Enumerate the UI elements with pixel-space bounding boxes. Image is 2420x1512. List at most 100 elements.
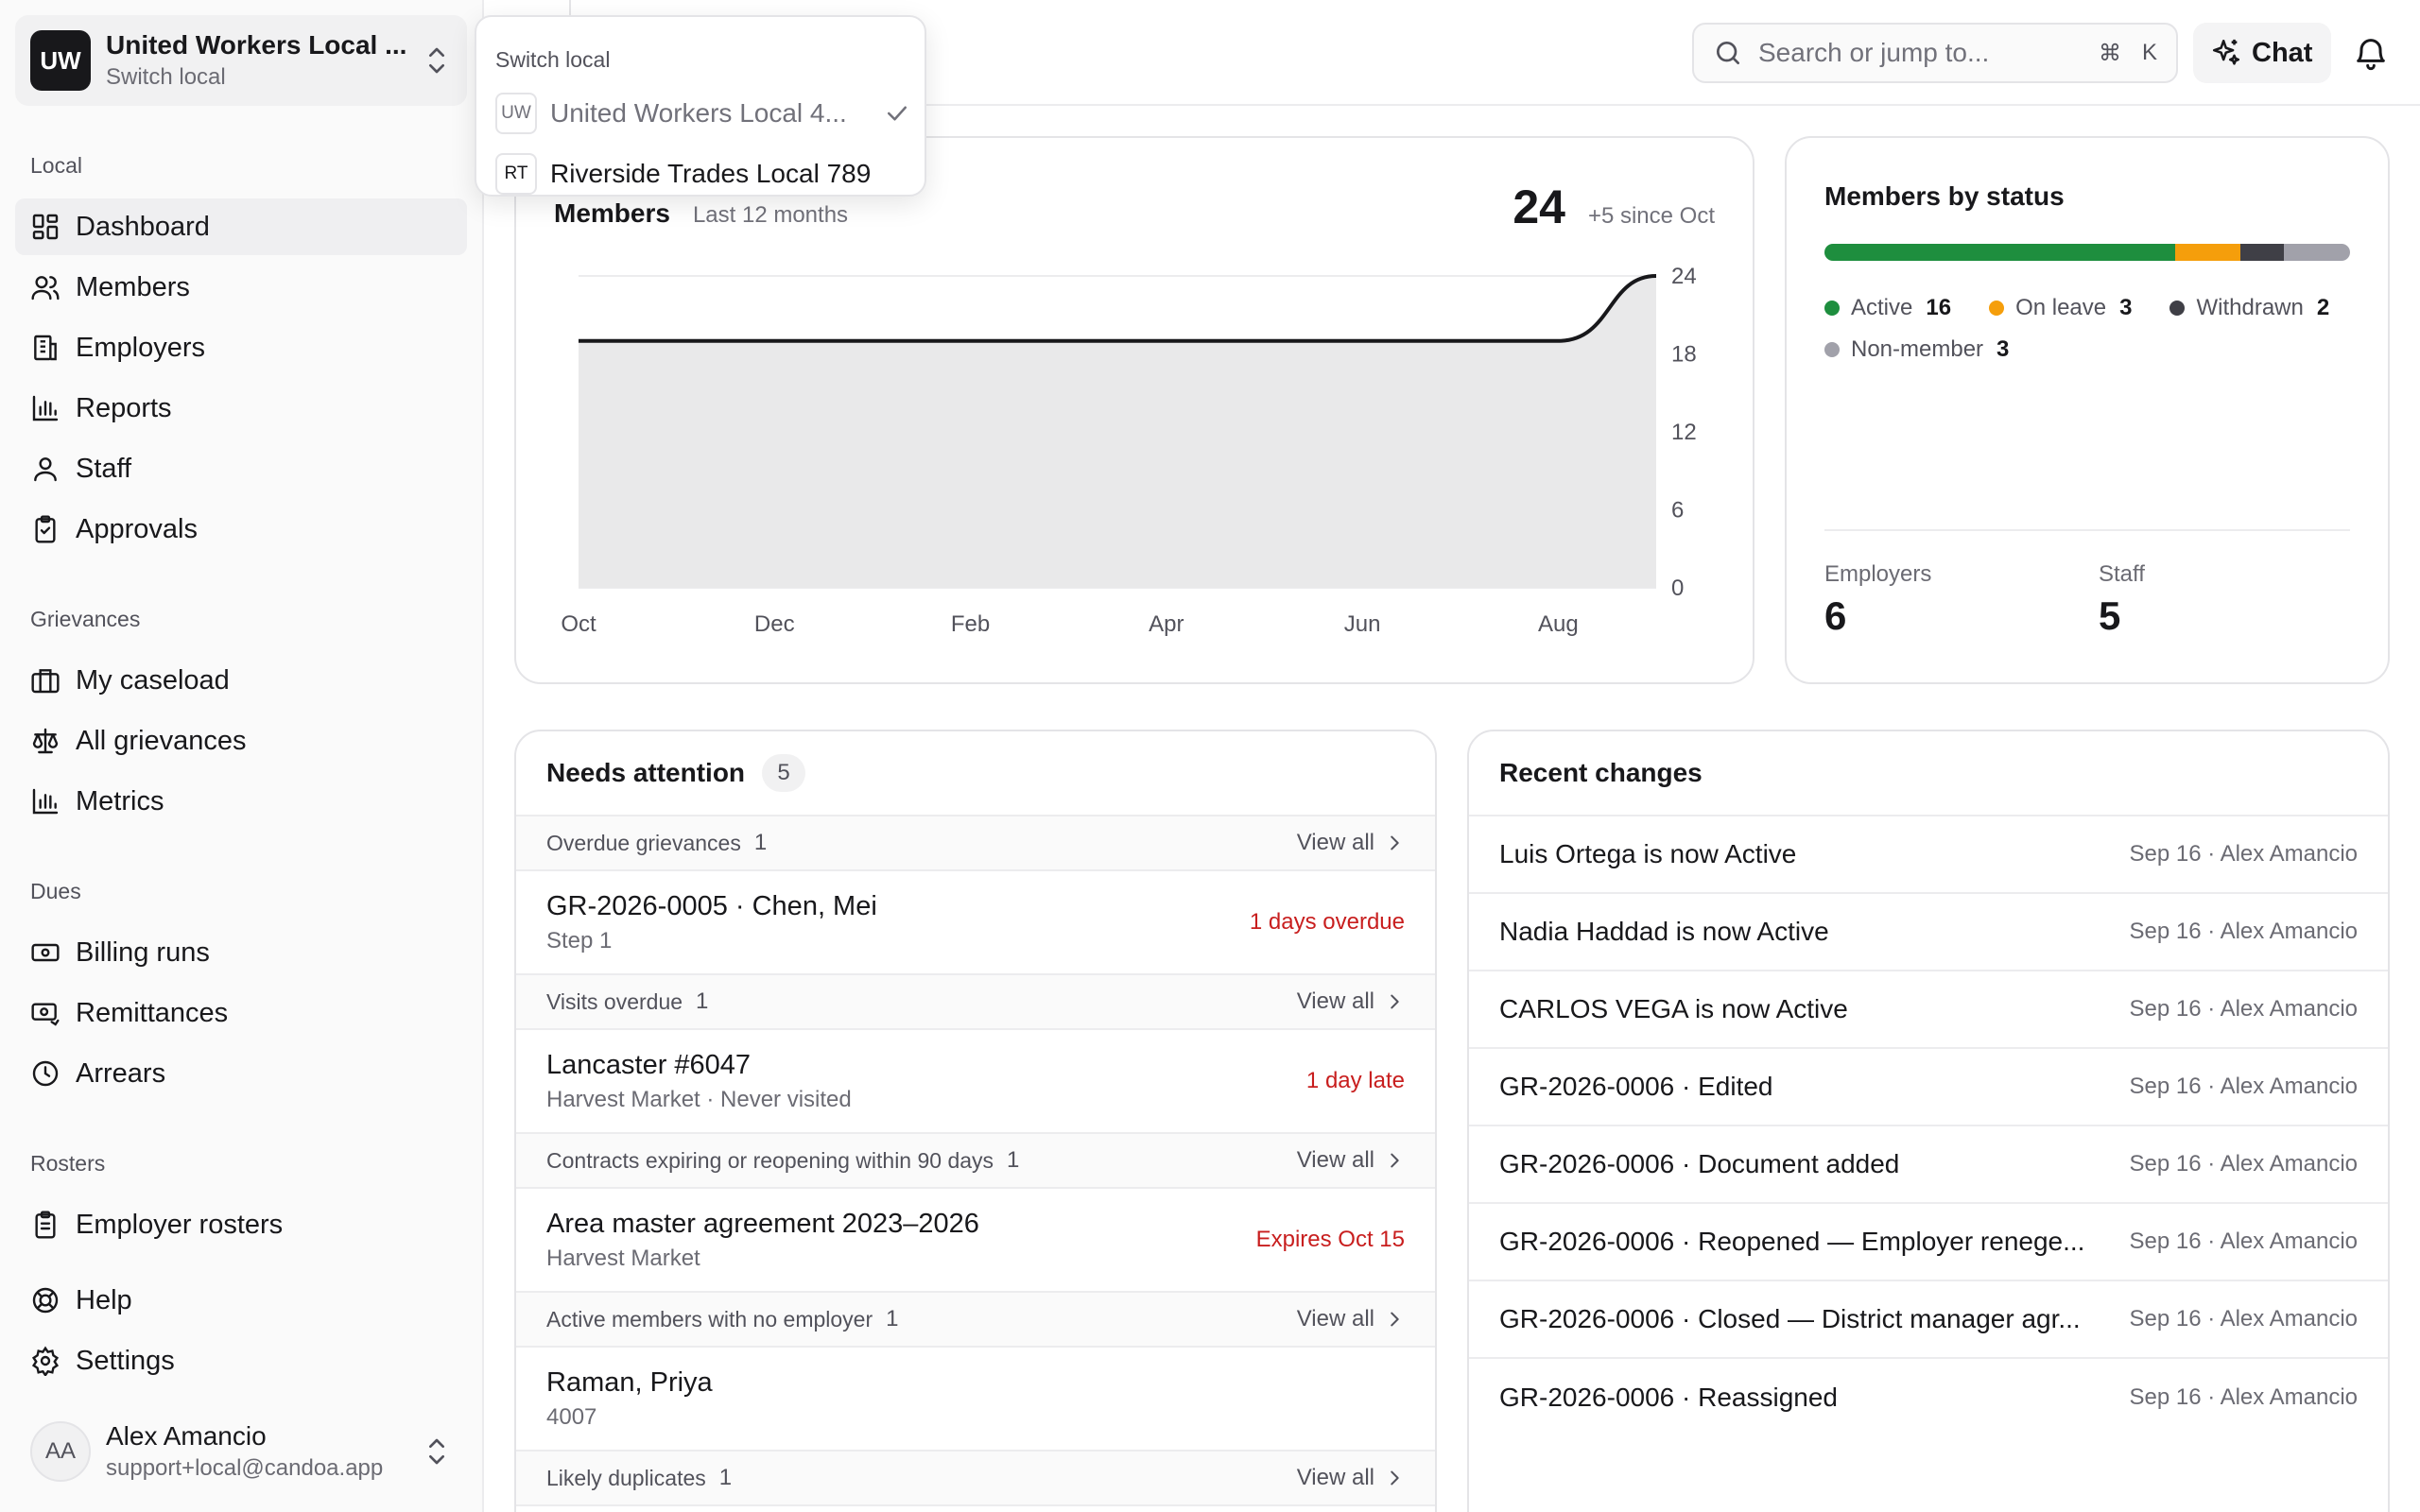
chat-label: Chat	[2252, 37, 2313, 68]
search-input[interactable]: Search or jump to... ⌘ K	[1692, 23, 2178, 83]
y-tick-label: 0	[1671, 576, 1684, 601]
sidebar-item-dashboard[interactable]: Dashboard	[15, 198, 467, 255]
legend-value: 3	[1996, 336, 2010, 362]
sidebar-item-settings[interactable]: Settings	[15, 1332, 467, 1389]
clock-icon	[32, 1060, 59, 1087]
recent-changes-title: Recent changes	[1499, 758, 1703, 787]
list-item[interactable]: GR-2026-0006 · Edited Sep 16 · Alex Amanc…	[1469, 1049, 2388, 1126]
recent-changes-header: Recent changes	[1469, 731, 2388, 816]
members-chart-card: Members Last 12 months 24 +5 since Oct 0…	[514, 136, 1754, 684]
sidebar-item-approvals[interactable]: Approvals	[15, 501, 467, 558]
list-item[interactable]: GR-2026-0005 · Chen, Mei Step 1 1 days o…	[516, 871, 1435, 975]
list-item[interactable]: GR-2026-0006 · Reopened — Employer reneg…	[1469, 1204, 2388, 1281]
dropdown-item-riverside-trades[interactable]: RT Riverside Trades Local 789	[495, 149, 911, 198]
list-item[interactable]: GR-2026-0006 · Closed — District manager…	[1469, 1281, 2388, 1359]
view-all-link[interactable]: View all	[1297, 1147, 1405, 1174]
avatar: AA	[30, 1421, 91, 1482]
local-name: United Workers Local 4...	[550, 98, 847, 128]
sidebar-item-reports[interactable]: Reports	[15, 380, 467, 437]
sidebar-item-members[interactable]: Members	[15, 259, 467, 316]
sidebar-item-arrears[interactable]: Arrears	[15, 1045, 467, 1102]
view-all-link[interactable]: View all	[1297, 988, 1405, 1015]
change-meta: Sep 16 · Alex Amancio	[2129, 1306, 2358, 1332]
list-item-title: Raman, Priya	[546, 1366, 713, 1398]
list-item-title: Lancaster #6047	[546, 1049, 752, 1080]
list-item[interactable]: Raman, Priya 4007	[516, 1348, 1435, 1452]
bell-icon[interactable]	[2352, 34, 2390, 72]
local-badge: UW	[495, 93, 537, 134]
status-card-title: Members by status	[1824, 181, 2065, 211]
check-icon	[888, 106, 907, 121]
group-header-visits-overdue: Visits overdue 1 View all	[516, 975, 1435, 1030]
list-item-subtitle: Harvest Market	[546, 1245, 700, 1271]
x-tick-label: Oct	[561, 611, 596, 637]
list-item[interactable]: Nadia Haddad is now Active Sep 16 · Alex …	[1469, 894, 2388, 971]
series-line	[579, 274, 1657, 343]
sidebar-item-label: My caseload	[76, 664, 230, 696]
change-meta: Sep 16 · Alex Amancio	[2129, 1074, 2358, 1099]
sidebar-item-my-caseload[interactable]: My caseload	[15, 652, 467, 709]
chevron-right-icon	[1391, 1312, 1399, 1327]
sidebar-item-label: Members	[76, 271, 190, 302]
legend-dot-on-leave	[1989, 301, 2005, 316]
legend-label: Active	[1851, 295, 1913, 320]
sidebar-item-label: Employer rosters	[76, 1209, 284, 1240]
sidebar-item-staff[interactable]: Staff	[15, 440, 467, 497]
sidebar-item-billing-runs[interactable]: Billing runs	[15, 924, 467, 981]
needs-attention-card: Needs attention 5 Overdue grievances 1 V…	[514, 730, 1437, 1512]
recent-changes-card: Recent changes Luis Ortega is now Active…	[1467, 730, 2390, 1512]
list-item[interactable]: Lancaster #6047 Harvest Market · Never v…	[516, 1030, 1435, 1134]
scale-icon	[32, 728, 59, 754]
search-placeholder: Search or jump to...	[1758, 38, 1990, 67]
y-tick-label: 6	[1671, 498, 1684, 524]
sidebar-item-help[interactable]: Help	[15, 1272, 467, 1329]
overdue-flag: 1 days overdue	[1249, 909, 1405, 935]
list-item[interactable]: GR-2026-0006 · Reassigned Sep 16 · Alex A…	[1469, 1359, 2388, 1436]
sidebar-item-label: Arrears	[76, 1057, 166, 1089]
list-item-subtitle: Harvest Market · Never visited	[546, 1086, 852, 1112]
sidebar-item-label: Help	[76, 1284, 132, 1315]
dropdown-item-united-workers[interactable]: UW United Workers Local 4...	[495, 89, 911, 138]
group-label: Contracts expiring or reopening within 9…	[546, 1147, 994, 1173]
local-switcher-button[interactable]: UW United Workers Local ... Switch local	[15, 15, 467, 106]
section-label-rosters: Rosters	[30, 1151, 106, 1176]
view-all-link[interactable]: View all	[1297, 830, 1405, 856]
list-item-title: Area master agreement 2023–2026	[546, 1208, 979, 1239]
needs-attention-title: Needs attention	[546, 758, 746, 787]
view-all-link[interactable]: View all	[1297, 1306, 1405, 1332]
sidebar-item-employers[interactable]: Employers	[15, 319, 467, 376]
list-item[interactable]: Area master agreement 2023–2026 Harvest …	[516, 1189, 1435, 1293]
legend-item-non-member: Non-member 3	[1824, 336, 2009, 363]
change-meta: Sep 16 · Alex Amancio	[2129, 1384, 2358, 1410]
org-subtitle: Switch local	[106, 64, 226, 90]
chevron-right-icon	[1391, 994, 1399, 1009]
list-item[interactable]: GR-2026-0006 · Document added Sep 16 · Al…	[1469, 1126, 2388, 1204]
user-menu-button[interactable]: AA Alex Amancio support+local@candoa.app	[15, 1414, 467, 1489]
chat-button[interactable]: Chat	[2193, 23, 2331, 83]
list-item[interactable]: CARLOS VEGA is now Active Sep 16 · Alex A…	[1469, 971, 2388, 1049]
legend-dot-withdrawn	[2169, 301, 2186, 316]
list-item-text: GR-2026-0005 · Chen, Mei Step 1	[546, 891, 1250, 954]
money-transfer-icon	[31, 1003, 60, 1026]
legend-label: Withdrawn	[2196, 295, 2304, 320]
sidebar-item-employer-rosters[interactable]: Employer rosters	[15, 1196, 467, 1253]
briefcase-icon	[31, 669, 60, 694]
view-all-link[interactable]: View all	[1297, 1465, 1405, 1491]
sidebar-item-label: Employers	[76, 332, 205, 363]
staff-stat-label: Staff	[2099, 561, 2145, 587]
list-item[interactable]: Luis Ortega is now Active Sep 16 · Alex A…	[1469, 816, 2388, 894]
gear-icon	[31, 1346, 60, 1376]
change-text: GR-2026-0006 · Reopened — Employer reneg…	[1499, 1227, 2085, 1256]
group-count: 1	[1007, 1147, 1020, 1173]
change-meta: Sep 16 · Alex Amancio	[2129, 841, 2358, 867]
chevron-right-icon	[1391, 1470, 1399, 1486]
sidebar-item-metrics[interactable]: Metrics	[15, 773, 467, 830]
sidebar-item-label: Metrics	[76, 785, 164, 816]
sidebar-item-remittances[interactable]: Remittances	[15, 985, 467, 1041]
view-all-label: View all	[1296, 1465, 1374, 1490]
y-tick-label: 24	[1671, 264, 1697, 289]
sidebar-item-all-grievances[interactable]: All grievances	[15, 713, 467, 769]
shortcut-cmd-key: ⌘	[2098, 40, 2121, 66]
group-label: Likely duplicates	[546, 1465, 706, 1490]
org-name: United Workers Local ...	[106, 30, 407, 60]
